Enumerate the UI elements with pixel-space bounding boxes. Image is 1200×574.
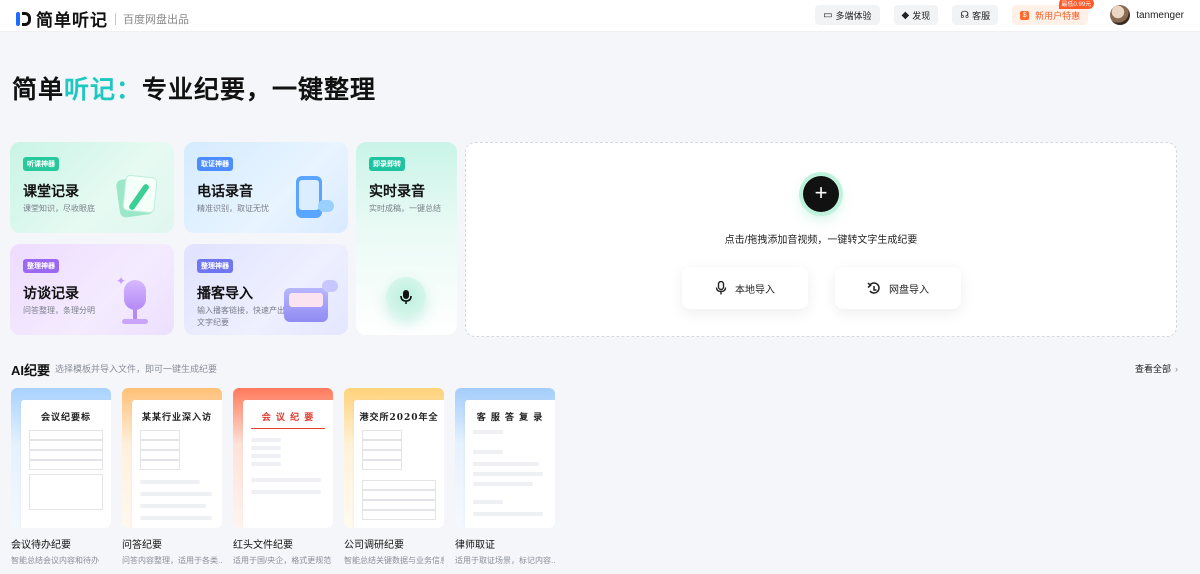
card-title: 课堂记录	[23, 183, 79, 199]
username: tanmenger	[1136, 9, 1184, 21]
hero-rest: 专业纪要，一键整理	[142, 76, 377, 104]
discover-label: 发现	[912, 10, 931, 21]
support-button[interactable]: ☊ 客服	[952, 5, 999, 25]
multi-device-label: 多端体验	[835, 10, 872, 21]
interview-card[interactable]: 整理神器 访谈记录 问答整理，条理分明 ✦	[10, 244, 174, 335]
template-doc-title: 会 议 纪 要	[261, 413, 315, 423]
upload-hint: 点击/拖拽添加音视频，一键转文字生成纪要	[724, 235, 918, 246]
template-card-meeting-todo[interactable]: 会议纪要标 会议待办纪要 智能总结会议内容和待办	[11, 388, 111, 566]
plus-icon: +	[814, 180, 828, 205]
template-name: 会议待办纪要	[11, 540, 71, 551]
template-desc: 适用于国/央企，格式更规范	[233, 556, 332, 565]
podcast-card[interactable]: 整理神器 播客导入 输入播客链接，快速产出文字纪要	[184, 244, 348, 335]
template-name: 公司调研纪要	[344, 540, 404, 551]
class-record-card[interactable]: 听课神器 课堂记录 课堂知识，尽收眼底	[10, 142, 174, 233]
card-desc: 课堂知识，尽收眼底	[23, 204, 95, 213]
microphone-icon: ✦	[112, 274, 160, 326]
hero-colon: ：	[116, 76, 143, 104]
template-card-lawyer-evidence[interactable]: 客 服 答 复 录 律师取证 适用于取证场景，标记内容...	[455, 388, 555, 566]
page-title: 简单听记：专业纪要，一键整理	[12, 70, 376, 106]
template-desc: 智能总结会议内容和待办	[11, 556, 99, 565]
support-label: 客服	[972, 10, 991, 21]
notebook-icon	[114, 172, 160, 220]
realtime-record-card[interactable]: 即录即转 实时录音 实时成稿，一键总结	[356, 142, 457, 335]
template-desc: 智能总结关键数据与业务信息	[344, 556, 444, 565]
ai-section-title: AI纪要	[11, 363, 51, 378]
template-thumbnail: 某某行业深入访	[122, 388, 222, 528]
microphone-icon	[715, 281, 727, 295]
template-thumbnail: 会议纪要标	[11, 388, 111, 528]
avatar[interactable]	[1110, 5, 1131, 25]
see-all-link[interactable]: 查看全部 ›	[1135, 362, 1178, 375]
card-desc: 实时成稿，一键总结	[369, 204, 441, 213]
card-tag: 取证神器	[197, 157, 233, 171]
card-desc: 精准识别，取证无忧	[197, 204, 269, 213]
template-card-company-research[interactable]: 港交所2020年全 公司调研纪要 智能总结关键数据与业务信息	[344, 388, 444, 566]
card-title: 电话录音	[197, 183, 253, 199]
headset-icon: ☊	[960, 9, 970, 21]
see-all-label: 查看全部	[1134, 364, 1171, 374]
template-desc: 适用于取证场景，标记内容...	[455, 556, 555, 565]
gift-icon: $	[1020, 10, 1030, 20]
upload-dropzone[interactable]: + 点击/拖拽添加音视频，一键转文字生成纪要 本地导入 网盘导入	[465, 142, 1177, 337]
cloud-import-label: 网盘导入	[889, 284, 929, 296]
template-thumbnail: 港交所2020年全	[344, 388, 444, 528]
logo-divider	[115, 12, 116, 25]
template-name: 律师取证	[455, 540, 495, 551]
template-name: 问答纪要	[122, 540, 162, 551]
logo-icon	[16, 10, 32, 28]
multi-device-button[interactable]: ▭ 多端体验	[815, 5, 880, 25]
phone-icon	[288, 174, 334, 222]
template-desc: 问答内容整理，适用于各类...	[122, 556, 222, 565]
ai-section-subtitle: 选择模板并导入文件，即可一键生成纪要	[55, 364, 218, 374]
card-title: 播客导入	[197, 285, 253, 301]
record-button[interactable]	[386, 277, 426, 317]
card-desc: 输入播客链接，快速产出文字纪要	[197, 306, 285, 327]
logo-subtitle: 百度网盘出品	[123, 13, 189, 26]
promo-label: 新用户特惠	[1035, 10, 1081, 21]
logo-text: 简单听记	[36, 11, 108, 30]
template-name: 红头文件纪要	[233, 540, 293, 551]
template-thumbnail: 客 服 答 复 录	[455, 388, 555, 528]
logo[interactable]: 简单听记 百度网盘出品	[16, 6, 189, 31]
template-doc-title: 会议纪要标	[40, 413, 91, 423]
hero-part1: 简单	[12, 76, 65, 104]
card-tag: 听课神器	[23, 157, 59, 171]
discover-button[interactable]: ◆ 发现	[893, 5, 939, 25]
promo-price-badge: 最低0.99元	[1058, 0, 1095, 9]
card-tag: 整理神器	[23, 259, 59, 273]
template-doc-title: 港交所2020年全	[359, 413, 439, 423]
microphone-icon	[400, 290, 412, 304]
new-user-promo-button[interactable]: $ 新用户特惠 最低0.99元	[1012, 0, 1095, 25]
add-file-button[interactable]: +	[803, 176, 839, 212]
template-doc-title: 客 服 答 复 录	[476, 413, 544, 423]
template-doc-title: 某某行业深入访	[141, 413, 212, 423]
user-menu[interactable]: tanmenger	[1110, 5, 1184, 25]
discover-icon: ◆	[901, 9, 910, 21]
phone-record-card[interactable]: 取证神器 电话录音 精准识别，取证无忧	[184, 142, 348, 233]
cloud-import-button[interactable]: 网盘导入	[835, 267, 961, 309]
local-import-label: 本地导入	[735, 284, 775, 296]
card-tag: 即录即转	[369, 157, 405, 171]
radio-icon	[282, 280, 338, 326]
top-bar: 简单听记 百度网盘出品 ▭ 多端体验 ◆ 发现 ☊ 客服 $ 新用户特惠 最低0…	[0, 0, 1200, 32]
card-tag: 整理神器	[197, 259, 233, 273]
template-card-red-header[interactable]: 会 议 纪 要 红头文件纪要 适用于国/央企，格式更规范	[233, 388, 333, 566]
template-thumbnail: 会 议 纪 要	[233, 388, 333, 528]
devices-icon: ▭	[823, 9, 833, 21]
template-card-qa[interactable]: 某某行业深入访 问答纪要 问答内容整理，适用于各类...	[122, 388, 222, 566]
cloud-import-icon	[867, 282, 880, 294]
card-title: 访谈记录	[23, 285, 79, 301]
card-desc: 问答整理，条理分明	[23, 306, 95, 315]
hero-highlight: 听记	[64, 76, 117, 104]
card-title: 实时录音	[369, 183, 425, 199]
local-import-button[interactable]: 本地导入	[682, 267, 808, 309]
chevron-right-icon: ›	[1175, 364, 1178, 374]
